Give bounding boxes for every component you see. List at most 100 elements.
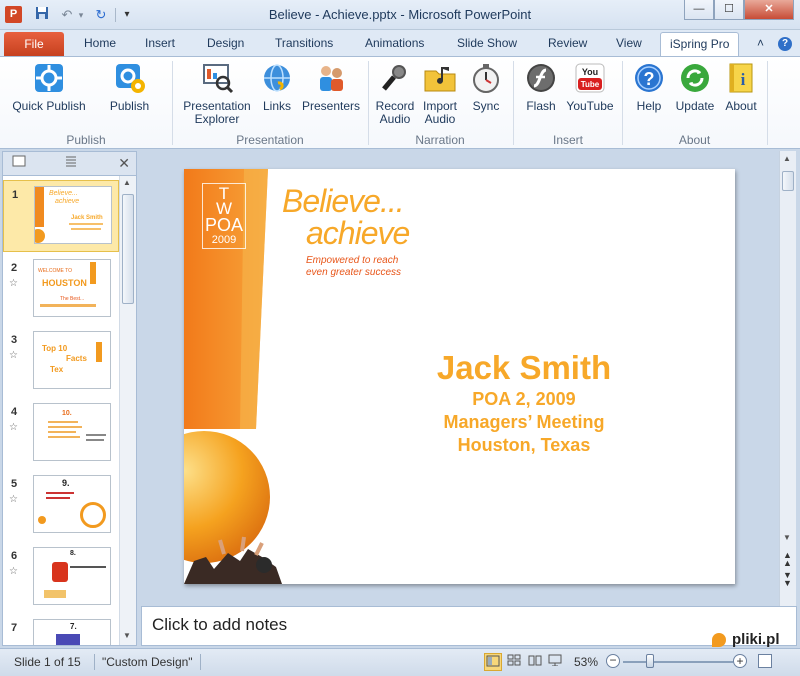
slide-show-icon[interactable] [546,653,564,671]
previous-slide-icon[interactable]: ▲ ▲ [783,551,792,568]
tab-animations[interactable]: Animations [365,36,424,50]
next-slide-icon[interactable]: ▼ ▼ [783,571,792,588]
quick-publish-label: Quick Publish [12,99,86,113]
slides-tab-icon[interactable] [7,155,31,173]
close-pane-icon[interactable]: ✕ [118,155,130,172]
slide-thumbnail-3[interactable]: 3 ☆ Top 10 Facts Tex [3,326,119,398]
maximize-button[interactable]: ☐ [714,0,744,20]
update-button[interactable]: Update [672,61,718,113]
notes-pane[interactable]: Click to add notes [141,606,797,646]
headline-achieve: achieve [306,215,410,251]
slide-thumbnails[interactable]: 1 Believe... achieve Jack Smith 2 ☆ WELC… [3,176,119,645]
links-label: Links [262,99,291,113]
title-bar: P ↶ ▾ ↻ ▾ Believe - Achieve.pptx - Micro… [0,0,800,30]
slide-preview: 10. [33,403,111,461]
tab-ispring-pro[interactable]: iSpring Pro [660,32,740,57]
zoom-slider-thumb[interactable] [646,654,654,668]
flash-button[interactable]: Flash [522,61,560,113]
animation-star-icon: ☆ [9,566,18,577]
fit-to-window-icon[interactable] [758,654,772,668]
tagline-line-2: even greater success [306,267,402,278]
slide-thumbnail-1[interactable]: 1 Believe... achieve Jack Smith [3,180,119,252]
slide-editor: T W POA 2009 Believe... achieve Empowere… [141,151,797,606]
close-button[interactable]: ✕ [744,0,794,20]
tab-home[interactable]: Home [84,36,116,50]
youtube-button[interactable]: You Tube YouTube [563,61,617,113]
scroll-down-icon[interactable]: ▼ [123,631,131,640]
quick-publish-button[interactable]: Quick Publish [8,61,90,113]
watermark: pliki.pl [712,631,794,655]
tab-view[interactable]: View [616,36,642,50]
slide-preview: Believe... achieve Jack Smith [34,186,112,244]
scroll-down-icon[interactable]: ▼ [783,533,791,542]
animation-star-icon: ☆ [9,350,18,361]
slide-preview: WELCOME TO HOUSTON The Best... [33,259,111,317]
scroll-up-icon[interactable]: ▲ [783,154,791,163]
thumbnails-scrollbar[interactable]: ▲ ▼ [119,176,136,645]
publish-button[interactable]: Publish [102,61,157,113]
thumb-text: Tex [50,365,64,374]
thumb-text: 9. [62,478,70,488]
scroll-thumb[interactable] [782,171,794,191]
tab-transitions[interactable]: Transitions [275,36,333,50]
help-button[interactable]: ? Help [632,61,666,113]
help-icon[interactable]: ? [778,37,792,51]
flash-icon [524,61,558,95]
theme-name[interactable]: "Custom Design" [102,655,193,669]
zoom-out-icon[interactable]: − [606,654,620,668]
tab-review[interactable]: Review [548,36,587,50]
about-icon: i [724,61,758,95]
window-title: Believe - Achieve.pptx - Microsoft Power… [268,7,532,22]
tab-slide-show[interactable]: Slide Show [457,36,517,50]
tab-file[interactable]: File [4,32,64,56]
slide-thumbnail-5[interactable]: 5 ☆ 9. [3,470,119,542]
minimize-button[interactable]: — [684,0,714,20]
sync-button[interactable]: Sync [468,61,504,113]
outline-tab-icon[interactable] [59,155,83,173]
slide-sorter-icon[interactable] [505,653,523,671]
scroll-thumb[interactable] [122,194,134,304]
notes-placeholder[interactable]: Click to add notes [152,615,287,635]
presentation-explorer-button[interactable]: Presentation Explorer [178,61,256,126]
slide-preview: 7. [33,619,111,645]
thumb-text: Believe... [49,190,78,197]
zoom-in-icon[interactable]: + [733,654,747,668]
group-label-narration: Narration [415,133,465,147]
publish-icon [113,61,147,95]
logo-year: 2009 [211,234,237,246]
logo-text: POA [204,215,243,235]
minimize-ribbon-icon[interactable]: ˄ [757,36,764,50]
about-button[interactable]: i About [721,61,761,113]
help-label: Help [636,99,662,113]
scroll-up-icon[interactable]: ▲ [123,178,131,187]
tab-design[interactable]: Design [207,36,244,50]
zoom-slider-track[interactable] [623,661,733,663]
youtube-icon: You Tube [573,61,607,95]
reading-view-icon[interactable] [526,653,544,671]
slide-counter: Slide 1 of 15 [14,655,81,669]
animation-star-icon: ☆ [9,278,18,289]
thumb-text: Facts [66,354,87,363]
thumb-text: Jack Smith [71,215,103,221]
record-audio-button[interactable]: Record Audio [372,61,418,126]
slide-canvas[interactable]: T W POA 2009 Believe... achieve Empowere… [184,169,735,584]
slide-thumbnail-6[interactable]: 6 ☆ 8. [3,542,119,614]
status-separator [200,654,201,670]
slide-thumbnail-2[interactable]: 2 ☆ WELCOME TO HOUSTON The Best... [3,254,119,326]
import-audio-button[interactable]: Import Audio [418,61,462,126]
links-button[interactable]: Links [258,61,296,113]
presenters-button[interactable]: Presenters [300,61,362,113]
animation-star-icon: ☆ [9,494,18,505]
watermark-text: pliki.pl [732,631,780,648]
slide-thumbnail-4[interactable]: 4 ☆ 10. [3,398,119,470]
update-icon [678,61,712,95]
group-label-about: About [678,133,711,147]
tab-insert[interactable]: Insert [145,36,175,50]
presenters-icon [314,61,348,95]
work-area: ✕ 1 Believe... achieve Jack Smith 2 ☆ WE… [0,149,800,648]
links-icon [260,61,294,95]
normal-view-icon[interactable] [484,653,502,671]
zoom-level[interactable]: 53% [574,655,598,669]
slide-scrollbar[interactable]: ▲ ▼ ▲ ▲ ▼ ▼ [779,151,796,606]
slide-thumbnail-7[interactable]: 7 7. [3,614,119,645]
